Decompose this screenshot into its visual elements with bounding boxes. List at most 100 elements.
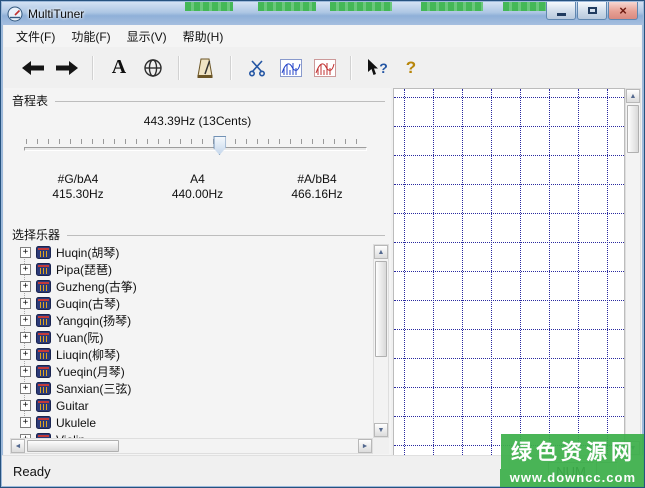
scroll-left-button[interactable]: ◄ <box>11 439 25 453</box>
scroll-right-button[interactable]: ► <box>358 439 372 453</box>
context-help-button[interactable]: ? <box>362 54 392 82</box>
tree-item-label: Guzheng(古筝) <box>56 278 137 295</box>
instrument-icon <box>36 398 51 413</box>
tree-item[interactable]: + Sanxian(三弦) <box>10 380 373 397</box>
expand-icon[interactable]: + <box>20 383 31 394</box>
tree-item[interactable]: + Violin <box>10 431 373 438</box>
close-button[interactable]: × <box>608 2 638 20</box>
note-a-icon: A <box>112 56 126 79</box>
pitch-section-header: 音程表 <box>12 92 385 109</box>
tree-vertical-scrollbar[interactable]: ▲ ▼ <box>373 244 389 438</box>
minimize-button[interactable] <box>546 2 576 20</box>
tree-item[interactable]: + Yuan(阮) <box>10 329 373 346</box>
expand-icon[interactable]: + <box>20 349 31 360</box>
note-name-button[interactable]: A <box>104 54 134 82</box>
scrollbar-thumb[interactable] <box>27 440 119 452</box>
titlebar[interactable]: MultiTuner × <box>2 2 643 25</box>
scrollbar-thumb[interactable] <box>627 105 639 153</box>
spectrum-red-button[interactable] <box>310 54 340 82</box>
back-arrow-button[interactable] <box>18 54 48 82</box>
tree-horizontal-scrollbar[interactable]: ◄ ► <box>10 438 373 454</box>
toolbar-separator <box>178 56 180 80</box>
slider-thumb[interactable] <box>213 136 226 155</box>
grid-line <box>491 89 492 455</box>
note-ref-left: #G/bA4 415.30Hz <box>20 172 136 202</box>
app-icon[interactable] <box>7 6 23 22</box>
grid-line <box>394 300 624 301</box>
instrument-icon <box>36 347 51 362</box>
background-artifact <box>185 2 233 11</box>
pitch-value-label: 443.39Hz (13Cents) <box>14 114 381 128</box>
scrollbar-corner <box>373 438 389 454</box>
spectrum-blue-button[interactable] <box>276 54 306 82</box>
toolbar-separator <box>350 56 352 80</box>
slider-ticks <box>26 139 365 144</box>
tree-item-label: Ukulele <box>56 416 96 430</box>
tree-item[interactable]: + Huqin(胡琴) <box>10 244 373 261</box>
grid-line <box>394 271 624 272</box>
metronome-button[interactable] <box>190 54 220 82</box>
expand-icon[interactable]: + <box>20 332 31 343</box>
tree-item[interactable]: + Pipa(琵琶) <box>10 261 373 278</box>
scroll-up-button[interactable]: ▲ <box>374 245 388 259</box>
expand-icon[interactable]: + <box>20 298 31 309</box>
display-vertical-scrollbar[interactable]: ▲ ▼ <box>625 88 641 456</box>
expand-icon[interactable]: + <box>20 315 31 326</box>
temperament-button[interactable] <box>138 54 168 82</box>
expand-icon[interactable]: + <box>20 366 31 377</box>
expand-icon[interactable]: + <box>20 417 31 428</box>
expand-icon[interactable]: + <box>20 247 31 258</box>
expand-icon[interactable]: + <box>20 264 31 275</box>
cursor-arrow-icon <box>366 59 379 76</box>
tree-item[interactable]: + Ukulele <box>10 414 373 431</box>
help-question-icon: ? <box>406 58 416 78</box>
instrument-icon <box>36 381 51 396</box>
scissors-icon <box>248 59 266 77</box>
grid-line <box>578 89 579 455</box>
note-ref-center: A4 440.00Hz <box>140 172 256 202</box>
tree-item-label: Pipa(琵琶) <box>56 261 112 278</box>
menu-view[interactable]: 显示(V) <box>119 25 175 48</box>
expand-icon[interactable]: + <box>20 400 31 411</box>
grid-line <box>394 97 624 98</box>
slider-track[interactable] <box>24 147 367 151</box>
display-panel: ▲ ▼ <box>393 88 641 456</box>
menu-help[interactable]: 帮助(H) <box>175 25 232 48</box>
back-arrow-icon <box>22 61 44 75</box>
menu-function[interactable]: 功能(F) <box>63 25 118 48</box>
tree-item[interactable]: + Guzheng(古筝) <box>10 278 373 295</box>
instrument-icon <box>36 262 51 277</box>
menu-file[interactable]: 文件(F) <box>8 25 63 48</box>
instrument-tree: + Huqin(胡琴) + Pipa(琵琶) + <box>10 244 373 438</box>
note-name: A4 <box>140 172 256 187</box>
scroll-down-button[interactable]: ▼ <box>374 423 388 437</box>
expand-icon[interactable]: + <box>20 434 31 438</box>
instrument-section-header: 选择乐器 <box>12 226 385 243</box>
menubar: 文件(F) 功能(F) 显示(V) 帮助(H) <box>4 25 641 48</box>
forward-arrow-button[interactable] <box>52 54 82 82</box>
toolbar: A <box>4 47 641 89</box>
scroll-up-button[interactable]: ▲ <box>626 89 640 103</box>
note-frequency: 415.30Hz <box>20 187 136 202</box>
grid-line <box>394 126 624 127</box>
maximize-button[interactable] <box>577 2 607 20</box>
header-rule <box>55 101 385 102</box>
instrument-icon <box>36 279 51 294</box>
help-button[interactable]: ? <box>396 54 426 82</box>
expand-icon[interactable]: + <box>20 281 31 292</box>
grid-line <box>394 358 624 359</box>
tree-item[interactable]: + Liuqin(柳琴) <box>10 346 373 363</box>
tree-item[interactable]: + Guitar <box>10 397 373 414</box>
waveform-grid <box>393 88 625 456</box>
grid-line <box>404 89 405 455</box>
scrollbar-thumb[interactable] <box>375 261 387 357</box>
tree-item[interactable]: + Yueqin(月琴) <box>10 363 373 380</box>
watermark-title: 绿色资源网 <box>501 434 644 469</box>
tree-item-label: Guqin(古琴) <box>56 295 120 312</box>
tree-item[interactable]: + Yangqin(扬琴) <box>10 312 373 329</box>
pitch-slider: 443.39Hz (13Cents) <box>14 114 381 162</box>
cut-button[interactable] <box>242 54 272 82</box>
tuning-circle-icon <box>143 58 163 78</box>
forward-arrow-icon <box>56 61 78 75</box>
tree-item[interactable]: + Guqin(古琴) <box>10 295 373 312</box>
